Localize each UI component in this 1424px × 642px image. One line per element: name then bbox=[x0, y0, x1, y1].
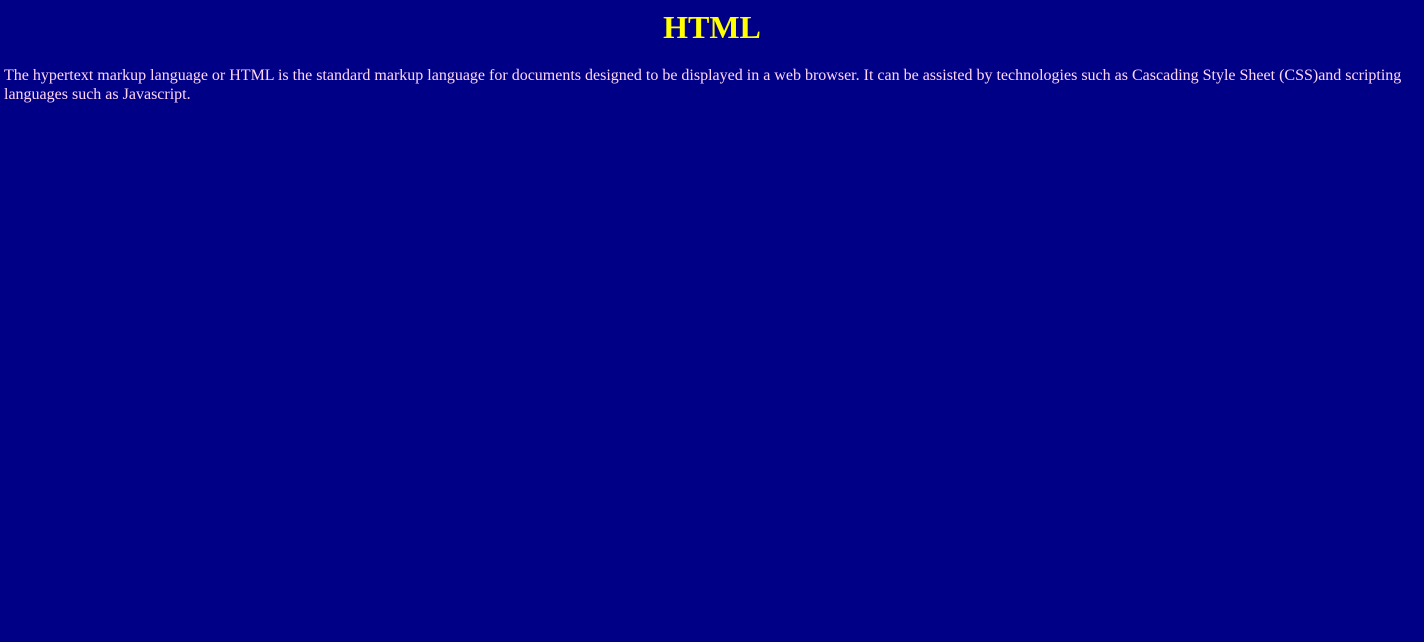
page-description: The hypertext markup language or HTML is… bbox=[4, 67, 1402, 103]
page-content: HTML The hypertext markup language or HT… bbox=[0, 0, 1424, 642]
page-title: HTML bbox=[663, 9, 761, 45]
